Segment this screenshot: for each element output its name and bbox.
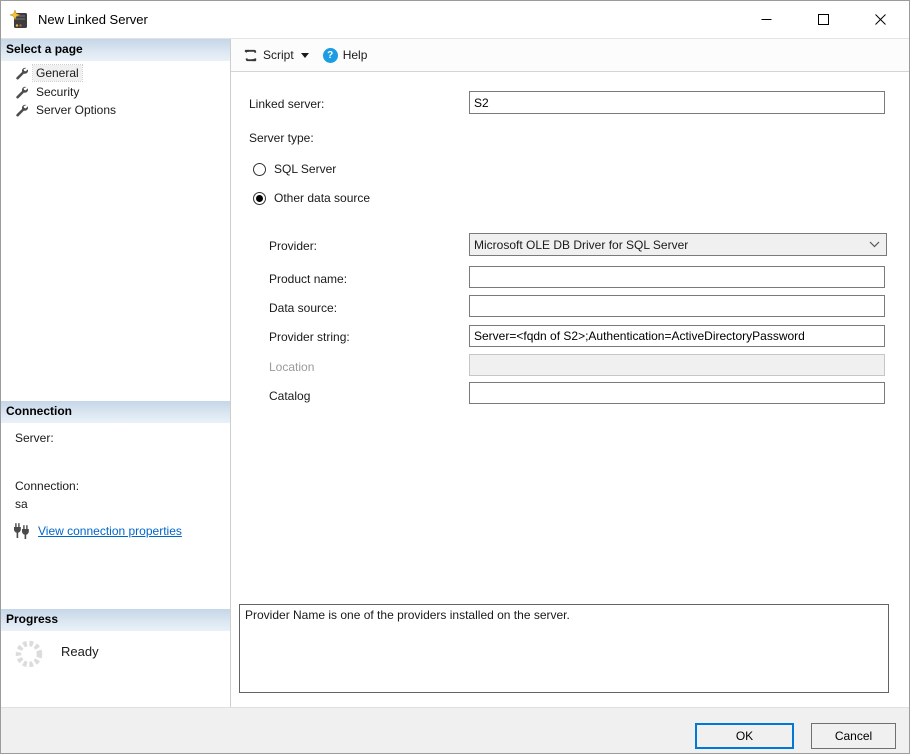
radio-other-data-source[interactable]: Other data source <box>253 191 370 205</box>
ok-button[interactable]: OK <box>695 723 794 749</box>
radio-circle <box>253 192 266 205</box>
provider-label: Provider: <box>269 239 317 253</box>
select-a-page-header: Select a page <box>1 39 230 61</box>
provider-help-text: Provider Name is one of the providers in… <box>239 604 889 693</box>
caret-down-icon <box>301 53 309 58</box>
radio-circle <box>253 163 266 176</box>
linked-server-input[interactable] <box>469 91 885 114</box>
radio-label: SQL Server <box>274 162 336 176</box>
help-icon: ? <box>323 48 338 63</box>
radio-sql-server[interactable]: SQL Server <box>253 162 336 176</box>
maximize-button[interactable] <box>795 1 852 38</box>
connection-properties-icon <box>12 521 31 540</box>
server-type-label: Server type: <box>249 131 314 145</box>
progress-header: Progress <box>1 609 230 631</box>
help-button[interactable]: ? Help <box>319 45 372 66</box>
wrench-icon <box>14 85 28 99</box>
sidebar-item-security[interactable]: Security <box>1 82 230 101</box>
view-connection-properties-link[interactable]: View connection properties <box>38 524 182 538</box>
window-controls <box>738 1 909 38</box>
sidebar: Select a page General Security Server Op… <box>1 39 231 707</box>
close-icon <box>875 14 886 25</box>
provider-string-input[interactable] <box>469 325 885 347</box>
maximize-icon <box>818 14 829 25</box>
window-title: New Linked Server <box>38 12 148 27</box>
provider-selected-value: Microsoft OLE DB Driver for SQL Server <box>474 238 869 252</box>
sidebar-item-server-options[interactable]: Server Options <box>1 100 230 119</box>
provider-string-label: Provider string: <box>269 330 350 344</box>
dialog-footer: OK Cancel <box>1 707 910 754</box>
sidebar-item-label: General <box>33 65 82 81</box>
sidebar-item-label: Security <box>33 84 82 100</box>
view-connection-properties-row: View connection properties <box>12 521 182 540</box>
data-source-input[interactable] <box>469 295 885 317</box>
location-label: Location <box>269 360 314 374</box>
toolbar: Script ? Help <box>231 39 909 72</box>
cancel-button[interactable]: Cancel <box>811 723 896 749</box>
product-name-label: Product name: <box>269 272 347 286</box>
spinner-icon <box>14 639 44 669</box>
wrench-icon <box>14 66 28 80</box>
connection-label: Connection: <box>15 479 79 493</box>
new-linked-server-dialog: New Linked Server Select a page General … <box>0 0 910 754</box>
product-name-input[interactable] <box>469 266 885 288</box>
close-button[interactable] <box>852 1 909 38</box>
data-source-label: Data source: <box>269 301 337 315</box>
progress-status: Ready <box>61 644 99 659</box>
script-label: Script <box>263 48 294 62</box>
new-linked-server-icon <box>10 10 30 30</box>
catalog-input[interactable] <box>469 382 885 404</box>
sidebar-item-general[interactable]: General <box>1 63 230 82</box>
help-label: Help <box>343 48 368 62</box>
connection-server-label: Server: <box>15 431 54 445</box>
script-button[interactable]: Script <box>239 45 315 66</box>
minimize-icon <box>761 14 772 25</box>
chevron-down-icon <box>869 241 880 248</box>
wrench-icon <box>14 103 28 117</box>
catalog-label: Catalog <box>269 389 310 403</box>
minimize-button[interactable] <box>738 1 795 38</box>
script-icon <box>243 48 258 63</box>
provider-select[interactable]: Microsoft OLE DB Driver for SQL Server <box>469 233 887 256</box>
location-input <box>469 354 885 376</box>
connection-value: sa <box>15 497 28 511</box>
connection-header: Connection <box>1 401 230 423</box>
linked-server-label: Linked server: <box>249 97 324 111</box>
titlebar: New Linked Server <box>1 1 909 39</box>
general-page-form: Linked server: Server type: SQL Server O… <box>231 72 909 707</box>
sidebar-item-label: Server Options <box>33 102 119 118</box>
radio-label: Other data source <box>274 191 370 205</box>
